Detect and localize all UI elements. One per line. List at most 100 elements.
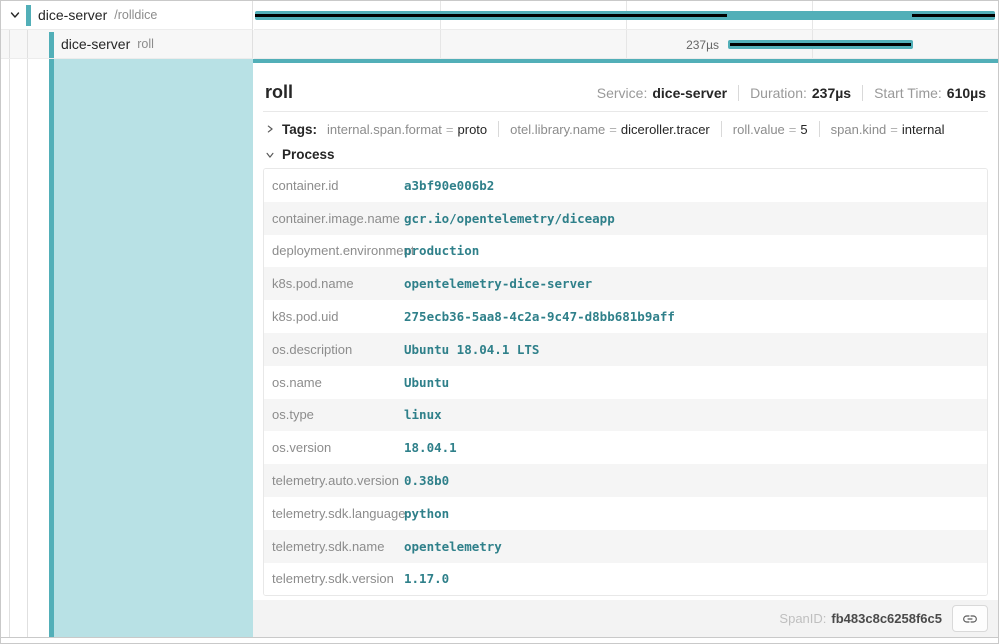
tags-label: Tags: xyxy=(282,122,317,137)
service-value: dice-server xyxy=(652,85,727,101)
duration-label: Duration: xyxy=(750,85,807,101)
service-label: Service: xyxy=(597,85,648,101)
span-bar-rolldice[interactable] xyxy=(255,11,995,20)
critical-path-segment xyxy=(730,43,911,46)
tag-summary-item: span.kind= internal xyxy=(831,122,945,137)
operation-name: /rolldice xyxy=(114,8,157,22)
tag-equals: = xyxy=(609,122,617,137)
span-detail-footer: SpanID: fb483c8c6258f6c5 xyxy=(253,600,998,637)
kv-value: opentelemetry-dice-server xyxy=(404,276,592,291)
kv-value: Ubuntu 18.04.1 LTS xyxy=(404,342,539,357)
span-color-fill xyxy=(54,59,253,637)
kv-key: telemetry.sdk.name xyxy=(264,539,404,554)
tag-value: diceroller.tracer xyxy=(621,122,710,137)
span-detail-indent xyxy=(1,59,253,637)
kv-value: opentelemetry xyxy=(404,539,502,554)
span-detail-header: roll Service: dice-server Duration: 237µ… xyxy=(263,63,988,111)
kv-value: 0.38b0 xyxy=(404,473,449,488)
timeline-row xyxy=(254,1,998,30)
chevron-down-icon xyxy=(265,150,275,160)
indent-guide xyxy=(9,30,10,58)
tag-key: span.kind xyxy=(831,122,887,137)
tag-key: otel.library.name xyxy=(510,122,605,137)
kv-key: os.type xyxy=(264,407,404,422)
table-row: container.ida3bf90e006b2 xyxy=(264,169,987,202)
table-row: os.descriptionUbuntu 18.04.1 LTS xyxy=(264,333,987,366)
process-section-toggle[interactable]: Process xyxy=(263,145,988,168)
span-name-column[interactable]: dice-server roll xyxy=(1,30,253,59)
kv-key: telemetry.auto.version xyxy=(264,473,404,488)
deep-link-button[interactable] xyxy=(952,605,988,632)
start-time-value: 610µs xyxy=(947,85,986,101)
span-row-roll[interactable]: dice-server roll 237µs xyxy=(1,30,998,59)
kv-value: 1.17.0 xyxy=(404,571,449,586)
start-time-label: Start Time: xyxy=(874,85,942,101)
span-color-bar xyxy=(49,32,54,58)
separator xyxy=(721,121,722,137)
span-id-value: fb483c8c6258f6c5 xyxy=(831,611,942,626)
tag-key: internal.span.format xyxy=(327,122,442,137)
span-name-column[interactable]: dice-server /rolldice xyxy=(1,1,253,30)
kv-value: production xyxy=(404,243,479,258)
span-color-bar xyxy=(26,5,31,26)
kv-key: telemetry.sdk.language xyxy=(264,506,404,521)
table-row: telemetry.sdk.languagepython xyxy=(264,497,987,530)
table-row: telemetry.sdk.version1.17.0 xyxy=(264,563,987,596)
kv-value: a3bf90e006b2 xyxy=(404,178,494,193)
chevron-right-icon xyxy=(265,124,275,134)
table-row: os.version18.04.1 xyxy=(264,431,987,464)
operation-name: roll xyxy=(137,37,154,51)
separator xyxy=(819,121,820,137)
kv-value: Ubuntu xyxy=(404,375,449,390)
tag-value: proto xyxy=(458,122,488,137)
kv-key: container.image.name xyxy=(264,211,404,226)
critical-path-segment xyxy=(255,14,727,17)
kv-value: python xyxy=(404,506,449,521)
indent-guide xyxy=(9,59,10,637)
link-icon xyxy=(962,611,978,627)
kv-value: linux xyxy=(404,407,442,422)
table-row: os.typelinux xyxy=(264,399,987,432)
process-label: Process xyxy=(282,147,335,162)
table-row: os.nameUbuntu xyxy=(264,366,987,399)
span-bar-roll[interactable] xyxy=(728,40,913,49)
kv-key: os.version xyxy=(264,440,404,455)
tag-equals: = xyxy=(789,122,797,137)
span-detail-row: roll Service: dice-server Duration: 237µ… xyxy=(1,59,998,638)
span-detail-panel: roll Service: dice-server Duration: 237µ… xyxy=(253,59,998,637)
kv-key: k8s.pod.uid xyxy=(264,309,404,324)
kv-key: k8s.pod.name xyxy=(264,276,404,291)
kv-key: os.name xyxy=(264,375,404,390)
kv-value: 275ecb36-5aa8-4c2a-9c47-d8bb681b9aff xyxy=(404,309,675,324)
service-name: dice-server xyxy=(61,36,130,52)
separator xyxy=(738,85,739,101)
span-row-rolldice[interactable]: dice-server /rolldice xyxy=(1,1,998,30)
table-row: container.image.namegcr.io/opentelemetry… xyxy=(264,202,987,235)
table-row: k8s.pod.nameopentelemetry-dice-server xyxy=(264,267,987,300)
table-row: telemetry.sdk.nameopentelemetry xyxy=(264,530,987,563)
table-row: k8s.pod.uid275ecb36-5aa8-4c2a-9c47-d8bb6… xyxy=(264,300,987,333)
tag-summary-item: internal.span.format = proto xyxy=(327,122,487,137)
tag-equals: = xyxy=(890,122,898,137)
process-kv-table: container.ida3bf90e006b2 container.image… xyxy=(263,168,988,596)
tag-value: 5 xyxy=(800,122,807,137)
collapse-chevron-icon[interactable] xyxy=(9,9,21,21)
kv-key: telemetry.sdk.version xyxy=(264,571,404,586)
trace-view: dice-server /rolldice dice-server roll 2… xyxy=(0,0,999,644)
table-row: telemetry.auto.version0.38b0 xyxy=(264,464,987,497)
span-duration-label: 237µs xyxy=(254,38,719,52)
kv-key: os.description xyxy=(264,342,404,357)
tag-key: roll.value xyxy=(733,122,785,137)
separator xyxy=(862,85,863,101)
tag-equals: = xyxy=(446,122,454,137)
span-id-label: SpanID: xyxy=(779,611,826,626)
tags-section-toggle[interactable]: Tags: internal.span.format = proto otel.li… xyxy=(263,112,988,145)
span-overview: Service: dice-server Duration: 237µs Sta… xyxy=(597,85,986,101)
table-row: deployment.environmentproduction xyxy=(264,235,987,268)
separator xyxy=(498,121,499,137)
tag-summary-item: roll.value =5 xyxy=(733,122,808,137)
duration-value: 237µs xyxy=(812,85,851,101)
kv-value: 18.04.1 xyxy=(404,440,457,455)
tag-value: internal xyxy=(902,122,945,137)
kv-key: container.id xyxy=(264,178,404,193)
